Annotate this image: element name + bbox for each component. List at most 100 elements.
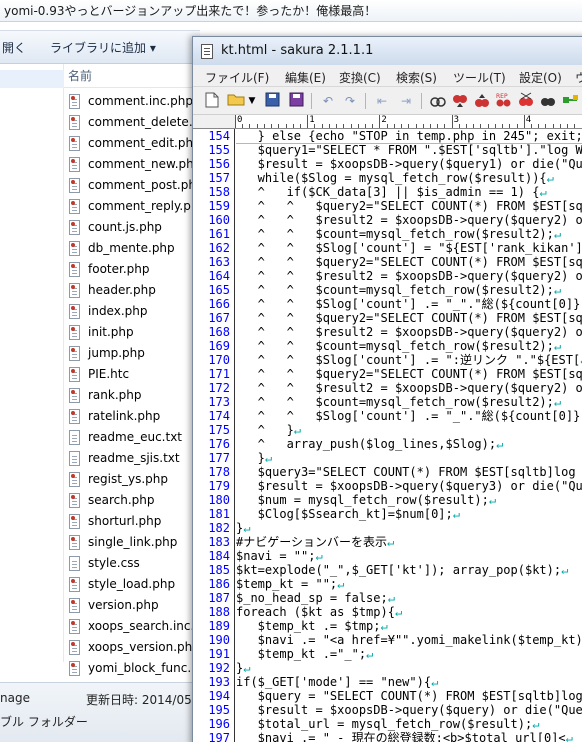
file-name: version.php [88, 598, 159, 612]
jump-back-icon[interactable]: ⇤ [373, 92, 391, 110]
search-prev-icon[interactable] [473, 92, 491, 110]
file-name: single_link.php [88, 535, 178, 549]
file-list-item[interactable]: style.css [64, 554, 200, 575]
file-name: comment.inc.php [88, 94, 194, 108]
menu-search[interactable]: 検索(S) [396, 69, 437, 86]
line-number: 176 [208, 437, 230, 451]
line-break-mark-icon: ↵ [243, 661, 251, 675]
code-text[interactable]: } else {echo "STOP in temp.php in 245"; … [236, 129, 582, 742]
file-list-item[interactable]: search.php [64, 491, 200, 512]
code-line-text: ^ } [236, 423, 294, 437]
file-list-item[interactable]: xoops_version.ph [64, 638, 200, 659]
file-list-item[interactable]: PIE.htc [64, 365, 200, 386]
file-list-item[interactable]: jump.php [64, 344, 200, 365]
line-number: 183 [208, 535, 230, 549]
replace-icon[interactable]: REP [495, 92, 513, 110]
nav-selected-item[interactable] [0, 70, 64, 88]
php-file-icon [69, 472, 80, 487]
search-next-icon[interactable] [451, 92, 469, 110]
file-list-item[interactable]: comment.inc.php [64, 92, 200, 113]
line-number: 171 [208, 367, 230, 381]
menu-settings[interactable]: 設定(O) [519, 69, 562, 86]
file-list-item[interactable]: comment_delete. [64, 113, 200, 134]
ruler-tick [451, 115, 453, 128]
line-number: 161 [208, 227, 230, 241]
grep-icon[interactable] [539, 92, 557, 110]
file-list-item[interactable]: regist_ys.php [64, 470, 200, 491]
ruler-tick [516, 124, 518, 128]
add-to-library-button[interactable]: ライブラリに追加 ▾ [50, 39, 156, 56]
file-list-item[interactable]: footer.php [64, 260, 200, 281]
code-line-text: ^ ^ $query2="SELECT COUNT(*) FROM $EST[s… [236, 311, 582, 325]
chevron-down-icon[interactable]: ▼ [247, 92, 257, 110]
menu-convert[interactable]: 変換(C) [339, 69, 381, 86]
code-line: $navi = "";↵ [236, 549, 582, 563]
line-number: 181 [208, 507, 230, 521]
open-folder-icon[interactable] [227, 92, 245, 110]
line-break-mark-icon: ↵ [532, 717, 540, 731]
code-line-text: $kt=explode("_",$_GET['kt']); array_pop(… [236, 563, 562, 577]
new-file-icon[interactable] [203, 92, 221, 110]
file-list-item[interactable]: readme_euc.txt [64, 428, 200, 449]
line-break-mark-icon: ↵ [293, 423, 302, 437]
file-list-item[interactable]: single_link.php [64, 533, 200, 554]
save-icon[interactable] [263, 92, 281, 110]
line-number: 193 [208, 675, 230, 689]
line-number: 180 [208, 493, 230, 507]
php-file-icon [69, 241, 80, 256]
open-button[interactable]: 開く [2, 39, 26, 56]
file-list-item[interactable]: comment_edit.ph [64, 134, 200, 155]
line-break-mark-icon: ↵ [337, 577, 345, 591]
code-line-text: $query = "SELECT COUNT(*) FROM $EST[sqlt… [236, 689, 582, 703]
file-list-item[interactable]: readme_sjis.txt [64, 449, 200, 470]
search-icon[interactable] [429, 92, 447, 110]
editor-title-bar[interactable]: kt.html - sakura 2.1.1.1 [193, 37, 582, 65]
file-list-item[interactable]: header.php [64, 281, 200, 302]
code-line: if($_GET['mode'] == "new"){↵ [236, 675, 582, 689]
php-file-icon [69, 115, 80, 130]
file-list-item[interactable]: index.php [64, 302, 200, 323]
file-list-item[interactable]: version.php [64, 596, 200, 617]
menu-window[interactable]: ウ [575, 69, 582, 86]
code-editor-area[interactable]: 154 155 156 157 158 159 160 161 162 163 164 165 166 1… [193, 129, 582, 742]
php-file-icon [69, 619, 80, 634]
file-list-item[interactable]: rank.php [64, 386, 200, 407]
line-break-mark-icon: ↵ [380, 619, 388, 633]
file-list-item[interactable]: ratelink.php [64, 407, 200, 428]
file-list-item[interactable]: yomi_block_func. [64, 659, 200, 680]
code-line-text: ^ ^ $count=mysql_fetch_row($result2); [236, 283, 554, 297]
line-break-mark-icon: ↵ [496, 437, 504, 451]
menu-tools[interactable]: ツール(T) [453, 69, 506, 86]
save-all-icon[interactable] [287, 92, 305, 110]
column-header-name[interactable]: 名前 [64, 64, 200, 88]
file-list-item[interactable]: comment_new.ph [64, 155, 200, 176]
line-number: 154 [208, 129, 230, 143]
line-number: 190 [208, 633, 230, 647]
line-number: 166 [208, 297, 230, 311]
file-name: header.php [88, 283, 156, 297]
line-break-mark-icon: ↵ [452, 507, 460, 521]
php-file-icon [69, 661, 80, 676]
undo-icon[interactable]: ↶ [319, 92, 337, 110]
file-name: regist_ys.php [88, 472, 168, 486]
menu-edit[interactable]: 編集(E) [285, 69, 326, 86]
tag-jump-icon[interactable] [561, 92, 579, 110]
menu-file[interactable]: ファイル(F) [205, 69, 269, 86]
navigation-pane[interactable] [0, 64, 64, 662]
file-list-item[interactable]: init.php [64, 323, 200, 344]
file-list-item[interactable]: comment_post.ph [64, 176, 200, 197]
file-list-item[interactable]: style_load.php [64, 575, 200, 596]
file-list-item[interactable]: shorturl.php [64, 512, 200, 533]
redo-icon[interactable]: ↷ [341, 92, 359, 110]
file-list-item[interactable]: count.js.php [64, 218, 200, 239]
file-list-item[interactable]: xoops_search.inc. [64, 617, 200, 638]
line-number: 157 [208, 171, 230, 185]
line-number: 167 [208, 311, 230, 325]
jump-forward-icon[interactable]: ⇥ [397, 92, 415, 110]
code-line-text: ^ ^ $result2 = $xoopsDB->query($query2) … [236, 213, 582, 227]
clear-mark-icon[interactable] [517, 92, 535, 110]
code-line: $num = mysql_fetch_row($result);↵ [236, 493, 582, 507]
file-list-item[interactable]: db_mente.php [64, 239, 200, 260]
file-list-item[interactable]: comment_reply.p [64, 197, 200, 218]
line-number: 169 [208, 339, 230, 353]
